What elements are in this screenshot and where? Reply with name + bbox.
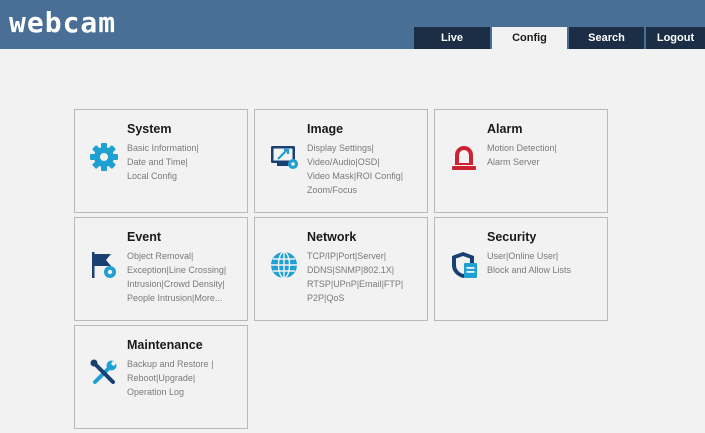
- tab-logout[interactable]: Logout: [646, 27, 705, 49]
- link-port[interactable]: Port|: [338, 251, 357, 261]
- tab-search[interactable]: Search: [569, 27, 644, 49]
- link-local-config[interactable]: Local Config: [127, 171, 177, 181]
- webcam-logo: webcam: [9, 6, 117, 39]
- gear-icon: [89, 142, 119, 172]
- link-video-audio[interactable]: Video/Audio|: [307, 157, 358, 167]
- card-security[interactable]: Security User|Online User| Block and All…: [434, 217, 608, 321]
- card-event[interactable]: Event Object Removal| Exception|Line Cro…: [74, 217, 248, 321]
- card-title-system: System: [127, 122, 172, 136]
- security-links: User|Online User| Block and Allow Lists: [487, 249, 607, 277]
- link-basic-information[interactable]: Basic Information|: [127, 143, 199, 153]
- alarm-light-icon: [449, 142, 479, 172]
- link-crowd-density[interactable]: Crowd Density|: [164, 279, 225, 289]
- link-intrusion[interactable]: Intrusion|: [127, 279, 164, 289]
- link-snmp[interactable]: SNMP|: [335, 265, 363, 275]
- link-tcp-ip[interactable]: TCP/IP|: [307, 251, 338, 261]
- link-ddns[interactable]: DDNS|: [307, 265, 335, 275]
- card-title-security: Security: [487, 230, 537, 244]
- link-video-mask[interactable]: Video Mask|: [307, 171, 356, 181]
- event-links: Object Removal| Exception|Line Crossing|…: [127, 249, 247, 305]
- link-zoom-focus[interactable]: Zoom/Focus: [307, 185, 357, 195]
- card-maintenance[interactable]: Maintenance Backup and Restore | Reboot|…: [74, 325, 248, 429]
- image-links: Display Settings| Video/Audio|OSD| Video…: [307, 141, 427, 197]
- card-image[interactable]: Image Display Settings| Video/Audio|OSD|…: [254, 109, 428, 213]
- link-object-removal[interactable]: Object Removal|: [127, 251, 193, 261]
- card-system[interactable]: System Basic Information| Date and Time|…: [74, 109, 248, 213]
- link-server[interactable]: Server|: [357, 251, 386, 261]
- link-email[interactable]: Email|: [359, 279, 384, 289]
- card-title-network: Network: [307, 230, 357, 244]
- link-802-1x[interactable]: 802.1X|: [363, 265, 394, 275]
- link-roi-config[interactable]: ROI Config|: [356, 171, 403, 181]
- link-osd[interactable]: OSD|: [358, 157, 380, 167]
- security-shield-icon: [449, 250, 479, 280]
- link-rtsp[interactable]: RTSP|: [307, 279, 333, 289]
- card-title-event: Event: [127, 230, 162, 244]
- network-links: TCP/IP|Port|Server| DDNS|SNMP|802.1X| RT…: [307, 249, 427, 305]
- link-backup-and-restore[interactable]: Backup and Restore |: [127, 359, 213, 369]
- top-header: webcam Live Config Search Logout: [0, 0, 705, 49]
- link-block-and-allow-lists[interactable]: Block and Allow Lists: [487, 265, 571, 275]
- link-exception[interactable]: Exception|: [127, 265, 169, 275]
- tab-config[interactable]: Config: [492, 27, 567, 49]
- maintenance-links: Backup and Restore | Reboot|Upgrade| Ope…: [127, 357, 247, 399]
- link-user[interactable]: User|: [487, 251, 508, 261]
- event-flag-icon: [89, 250, 119, 280]
- tools-icon: [89, 358, 119, 388]
- system-links: Basic Information| Date and Time| Local …: [127, 141, 247, 183]
- card-title-alarm: Alarm: [487, 122, 523, 136]
- alarm-links: Motion Detection| Alarm Server: [487, 141, 607, 169]
- config-menu-area: System Basic Information| Date and Time|…: [3, 49, 702, 433]
- link-ftp[interactable]: FTP|: [384, 279, 403, 289]
- card-alarm[interactable]: Alarm Motion Detection| Alarm Server: [434, 109, 608, 213]
- link-more[interactable]: More...: [194, 293, 222, 303]
- tab-live[interactable]: Live: [414, 27, 490, 49]
- link-motion-detection[interactable]: Motion Detection|: [487, 143, 557, 153]
- link-operation-log[interactable]: Operation Log: [127, 387, 184, 397]
- link-upnp[interactable]: UPnP|: [333, 279, 359, 289]
- link-online-user[interactable]: Online User|: [508, 251, 558, 261]
- link-date-and-time[interactable]: Date and Time|: [127, 157, 188, 167]
- link-alarm-server[interactable]: Alarm Server: [487, 157, 540, 167]
- link-line-crossing[interactable]: Line Crossing|: [169, 265, 226, 275]
- display-settings-icon: [269, 142, 299, 172]
- link-p2p[interactable]: P2P|: [307, 293, 326, 303]
- card-title-maintenance: Maintenance: [127, 338, 203, 352]
- link-people-intrusion[interactable]: People Intrusion|: [127, 293, 194, 303]
- link-reboot[interactable]: Reboot|: [127, 373, 158, 383]
- link-upgrade[interactable]: Upgrade|: [158, 373, 195, 383]
- link-qos[interactable]: QoS: [326, 293, 344, 303]
- card-network[interactable]: Network TCP/IP|Port|Server| DDNS|SNMP|80…: [254, 217, 428, 321]
- link-display-settings[interactable]: Display Settings|: [307, 143, 374, 153]
- card-title-image: Image: [307, 122, 344, 136]
- globe-icon: [269, 250, 299, 280]
